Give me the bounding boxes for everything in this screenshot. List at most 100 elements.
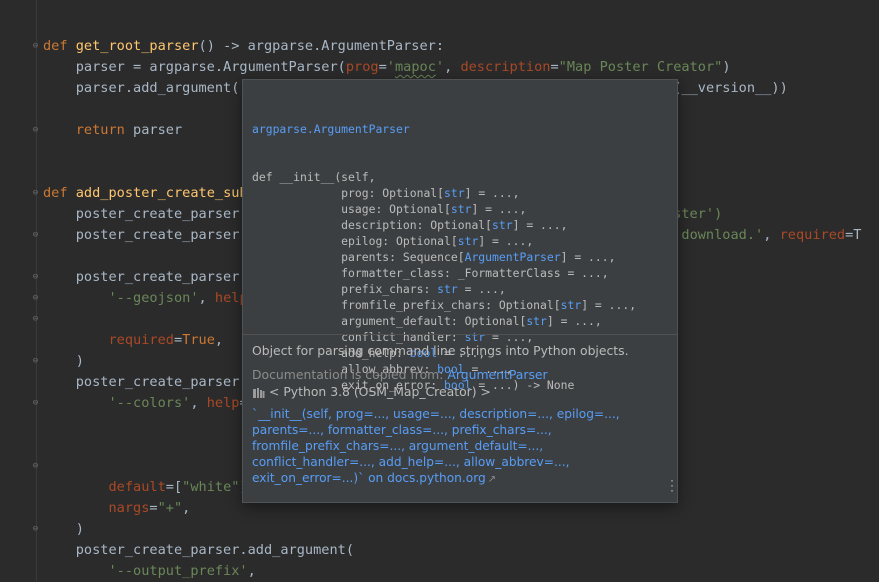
fold-icon[interactable]: ⊖ [31, 461, 40, 471]
signature-text: ] = ..., [581, 298, 637, 312]
package-label: < Python 3.8 (OSM_Map_Creator) > [269, 384, 491, 399]
more-options-icon[interactable]: ⋮ [665, 479, 679, 493]
code-token: '--geojson' [108, 290, 199, 306]
type-link[interactable]: str [444, 186, 465, 200]
code-token: required [779, 227, 846, 243]
code-line[interactable]: ) [43, 519, 861, 540]
doc-ref-line[interactable]: parents=..., formatter_class=..., prefix… [252, 422, 668, 438]
signature-text: ] = ..., [464, 186, 520, 200]
code-token: def [43, 38, 76, 54]
signature-text: = ..., [457, 282, 506, 296]
type-link[interactable]: str [561, 298, 582, 312]
fold-icon[interactable]: ⊖ [31, 41, 40, 51]
signature-text: ] = ..., [478, 234, 534, 248]
code-token: required [108, 332, 174, 348]
signature-text: argument_default: Optional[ [252, 314, 527, 328]
code-token: nargs [108, 500, 150, 516]
code-token: get_root_parser [75, 38, 199, 54]
code-line[interactable]: '--output_prefix', [43, 561, 861, 582]
signature-text: __init__ [279, 170, 335, 184]
code-token: =T [845, 227, 862, 243]
code-token: ' [435, 59, 445, 75]
code-token: parser.add_argument( [43, 80, 240, 96]
code-token: "Map Poster Creator" [558, 59, 723, 75]
code-token: "+" [157, 500, 183, 516]
copied-from-link[interactable]: ArgumentParser [447, 367, 547, 382]
fold-icon[interactable]: ⊖ [31, 125, 40, 135]
library-icon [252, 386, 266, 398]
code-token: , [444, 59, 461, 75]
fold-icon[interactable]: ⊖ [31, 314, 40, 324]
doc-ref-text[interactable]: `__init__(self, prog=..., usage=..., des… [252, 407, 620, 421]
type-link[interactable]: str [492, 218, 513, 232]
divider [243, 334, 677, 335]
code-token: ) [43, 521, 84, 537]
signature-text: fromfile_prefix_chars: Optional[ [252, 298, 561, 312]
signature-line: epilog: Optional[str] = ..., [252, 233, 636, 249]
class-link[interactable]: argparse.ArgumentParser [252, 122, 410, 136]
code-token: , [247, 563, 256, 579]
external-link-icon: ↗ [487, 474, 497, 485]
doc-ref-line[interactable]: exit_on_error=...)` on docs.python.org ↗ [252, 470, 668, 488]
doc-ref-text[interactable]: conflict_handler=..., add_help=..., allo… [252, 455, 569, 469]
code-token: , [214, 332, 224, 348]
signature-text: description: Optional[ [252, 218, 493, 232]
fold-icon[interactable]: ⊖ [31, 230, 40, 240]
doc-ref-text[interactable]: parents=..., formatter_class=..., prefix… [252, 423, 552, 437]
code-token: poster_create_parser.add_argument( [43, 542, 354, 558]
code-token: , [190, 395, 207, 411]
code-token: , [182, 500, 191, 516]
fold-icon[interactable]: ⊖ [31, 524, 40, 534]
code-token: parser = argparse.ArgumentParser( [43, 59, 346, 75]
code-token: poster_create_parser [43, 206, 240, 222]
code-token: parser [124, 122, 183, 138]
quick-documentation-popup: argparse.ArgumentParser def __init__(sel… [242, 79, 679, 503]
fold-icon[interactable]: ⊖ [31, 272, 40, 282]
type-link[interactable]: str [458, 234, 479, 248]
code-token: () -> argparse.ArgumentParser: [198, 38, 445, 54]
code-token: = [149, 500, 158, 516]
code-token: poster_create_parser. [43, 227, 248, 243]
doc-ref-text[interactable]: exit_on_error=...)` on docs.python.org [252, 471, 486, 485]
doc-description: Object for parsing command line strings … [252, 343, 629, 358]
code-line[interactable]: def get_root_parser() -> argparse.Argume… [43, 36, 861, 57]
type-link[interactable]: str [451, 202, 472, 216]
doc-ref-line[interactable]: fromfile_prefix_chars=..., argument_defa… [252, 438, 668, 454]
code-token: = [550, 59, 559, 75]
signature-line: def __init__(self, [252, 169, 636, 185]
signature-text: prefix_chars: [252, 282, 438, 296]
signature-text: ] = ..., [546, 314, 602, 328]
code-token: =[ [165, 479, 183, 495]
signature-line: fromfile_prefix_chars: Optional[str] = .… [252, 297, 636, 313]
code-token: (__version__)) [673, 80, 788, 96]
fold-icon[interactable]: ⊖ [31, 356, 40, 366]
fold-icon[interactable]: ⊖ [31, 398, 40, 408]
fold-icon[interactable]: ⊖ [31, 188, 40, 198]
code-token: description [460, 59, 551, 75]
code-token: True [182, 332, 215, 348]
code-token: ) [722, 59, 731, 75]
doc-ref-text[interactable]: fromfile_prefix_chars=..., argument_defa… [252, 439, 543, 453]
code-token: ) [43, 353, 84, 369]
doc-ref-line[interactable]: `__init__(self, prog=..., usage=..., des… [252, 406, 668, 422]
signature-text: def [252, 170, 280, 184]
doc-ref-line[interactable]: conflict_handler=..., add_help=..., allo… [252, 454, 668, 470]
code-token: "white" [182, 479, 240, 495]
type-link[interactable]: ArgumentParser [465, 250, 561, 264]
package-info: < Python 3.8 (OSM_Map_Creator) > [252, 383, 668, 401]
code-token: def [43, 185, 76, 201]
code-line[interactable]: parser = argparse.ArgumentParser(prog='m… [43, 57, 861, 78]
type-link[interactable]: str [437, 282, 458, 296]
code-token: , [198, 290, 215, 306]
code-line[interactable]: poster_create_parser.add_argument( [43, 540, 861, 561]
external-doc-link[interactable]: `__init__(self, prog=..., usage=..., des… [252, 406, 668, 488]
signature-text: epilog: Optional[ [252, 234, 458, 248]
type-link[interactable]: str [526, 314, 547, 328]
code-token: return [75, 122, 125, 138]
signature-line: prog: Optional[str] = ..., [252, 185, 636, 201]
signature-text: ] = ..., [560, 250, 616, 264]
fold-icon[interactable]: ⊖ [31, 293, 40, 303]
